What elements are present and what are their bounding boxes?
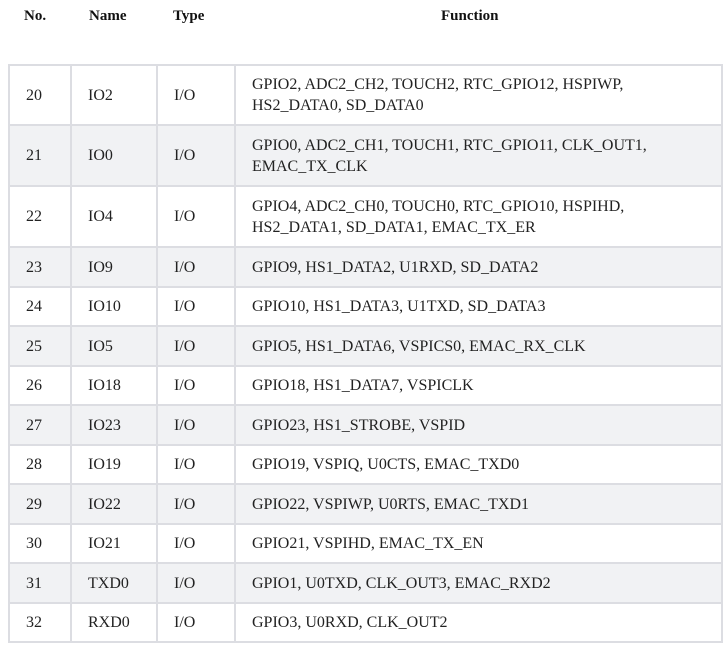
table-header: No. Name Type Function [0, 0, 725, 64]
pin-type: I/O [156, 404, 236, 446]
pin-function: GPIO5, HS1_DATA6, VSPICS0, EMAC_RX_CLK [234, 325, 723, 367]
pin-number: 29 [8, 483, 72, 525]
pin-name: IO9 [70, 246, 158, 288]
header-name: Name [89, 8, 127, 24]
table-row: 28 IO19 I/O GPIO19, VSPIQ, U0CTS, EMAC_TXD0 [8, 444, 723, 485]
pin-table: 20 IO2 I/O GPIO2, ADC2_CH2, TOUCH2, RTC_GPI… [8, 64, 723, 643]
pin-type: I/O [156, 124, 236, 187]
pin-name: IO18 [70, 365, 158, 406]
pin-number: 31 [8, 562, 72, 604]
pin-name: TXD0 [70, 562, 158, 604]
pin-number: 30 [8, 523, 72, 564]
pin-name: IO0 [70, 124, 158, 187]
pin-function: GPIO22, VSPIWP, U0RTS, EMAC_TXD1 [234, 483, 723, 525]
pin-function: GPIO9, HS1_DATA2, U1RXD, SD_DATA2 [234, 246, 723, 288]
pin-number: 23 [8, 246, 72, 288]
pin-name: IO5 [70, 325, 158, 367]
pin-function: GPIO21, VSPIHD, EMAC_TX_EN [234, 523, 723, 564]
pin-name: IO21 [70, 523, 158, 564]
table-row: 32 RXD0 I/O GPIO3, U0RXD, CLK_OUT2 [8, 602, 723, 643]
pin-type: I/O [156, 523, 236, 564]
pin-name: IO22 [70, 483, 158, 525]
pin-name: IO4 [70, 185, 158, 248]
pin-number: 27 [8, 404, 72, 446]
pin-number: 21 [8, 124, 72, 187]
table-row: 31 TXD0 I/O GPIO1, U0TXD, CLK_OUT3, EMAC_RX… [8, 562, 723, 604]
pin-name: IO23 [70, 404, 158, 446]
table-row: 26 IO18 I/O GPIO18, HS1_DATA7, VSPICLK [8, 365, 723, 406]
pin-type: I/O [156, 185, 236, 248]
pin-name: IO10 [70, 286, 158, 327]
table-row: 22 IO4 I/O GPIO4, ADC2_CH0, TOUCH0, RTC_GPI… [8, 185, 723, 248]
header-type: Type [173, 8, 205, 24]
table-row: 20 IO2 I/O GPIO2, ADC2_CH2, TOUCH2, RTC_GPI… [8, 64, 723, 126]
pin-function: GPIO10, HS1_DATA3, U1TXD, SD_DATA3 [234, 286, 723, 327]
pin-function: GPIO18, HS1_DATA7, VSPICLK [234, 365, 723, 406]
pin-function: GPIO2, ADC2_CH2, TOUCH2, RTC_GPIO12, HSP… [234, 64, 723, 126]
pin-number: 26 [8, 365, 72, 406]
pin-type: I/O [156, 483, 236, 525]
pin-type: I/O [156, 562, 236, 604]
pin-name: IO2 [70, 64, 158, 126]
pin-number: 28 [8, 444, 72, 485]
table-row: 23 IO9 I/O GPIO9, HS1_DATA2, U1RXD, SD_DATA… [8, 246, 723, 288]
pin-type: I/O [156, 325, 236, 367]
pin-number: 32 [8, 602, 72, 643]
pin-type: I/O [156, 602, 236, 643]
pin-function: GPIO23, HS1_STROBE, VSPID [234, 404, 723, 446]
pin-function: GPIO19, VSPIQ, U0CTS, EMAC_TXD0 [234, 444, 723, 485]
table-row: 27 IO23 I/O GPIO23, HS1_STROBE, VSPID [8, 404, 723, 446]
pin-function: GPIO3, U0RXD, CLK_OUT2 [234, 602, 723, 643]
pin-number: 24 [8, 286, 72, 327]
pin-number: 20 [8, 64, 72, 126]
table-row: 25 IO5 I/O GPIO5, HS1_DATA6, VSPICS0, EMAC_… [8, 325, 723, 367]
pin-name: IO19 [70, 444, 158, 485]
table-row: 21 IO0 I/O GPIO0, ADC2_CH1, TOUCH1, RTC_GPI… [8, 124, 723, 187]
pin-type: I/O [156, 246, 236, 288]
pin-name: RXD0 [70, 602, 158, 643]
header-function: Function [441, 8, 499, 24]
pin-function: GPIO0, ADC2_CH1, TOUCH1, RTC_GPIO11, CLK… [234, 124, 723, 187]
pin-function: GPIO1, U0TXD, CLK_OUT3, EMAC_RXD2 [234, 562, 723, 604]
pin-number: 25 [8, 325, 72, 367]
pin-function: GPIO4, ADC2_CH0, TOUCH0, RTC_GPIO10, HSP… [234, 185, 723, 248]
table-row: 29 IO22 I/O GPIO22, VSPIWP, U0RTS, EMAC_TXD… [8, 483, 723, 525]
table-row: 24 IO10 I/O GPIO10, HS1_DATA3, U1TXD, SD_DA… [8, 286, 723, 327]
pin-type: I/O [156, 365, 236, 406]
table-row: 30 IO21 I/O GPIO21, VSPIHD, EMAC_TX_EN [8, 523, 723, 564]
pin-type: I/O [156, 64, 236, 126]
pin-type: I/O [156, 444, 236, 485]
pin-type: I/O [156, 286, 236, 327]
header-no: No. [24, 8, 47, 24]
pin-number: 22 [8, 185, 72, 248]
